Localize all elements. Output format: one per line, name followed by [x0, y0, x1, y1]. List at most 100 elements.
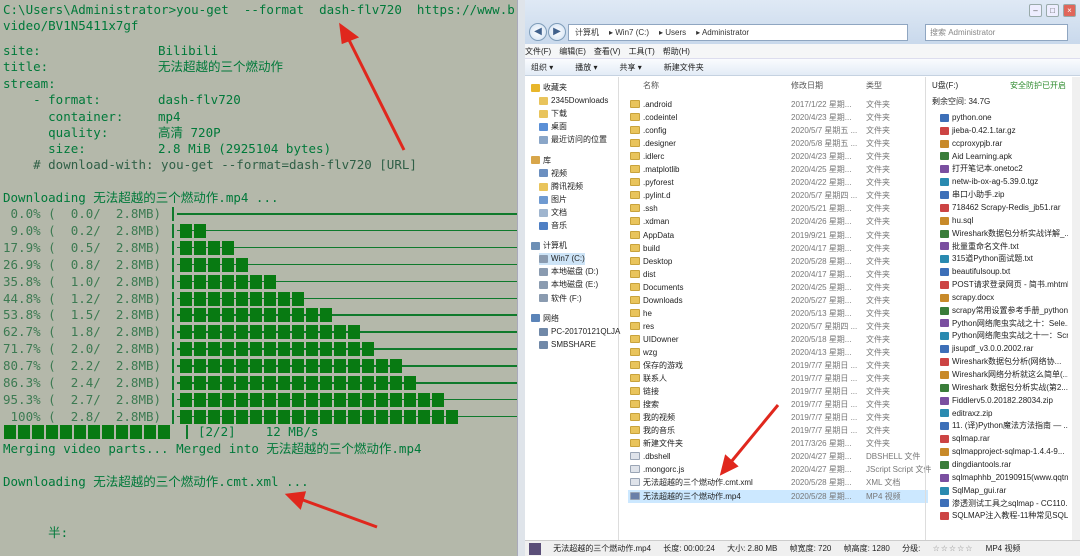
- file-row[interactable]: UIDowner 2020/5/18 星期... 文件夹: [628, 333, 928, 346]
- usb-file[interactable]: 11. (译)Python魔法方法指南 — ...: [940, 420, 1068, 433]
- usb-file[interactable]: python.one: [940, 112, 1068, 125]
- usb-file[interactable]: Wireshark数据包分析(网络协...: [940, 356, 1068, 369]
- breadcrumb-item[interactable]: 计算机: [575, 28, 599, 37]
- nav-item[interactable]: 本地磁盘 (E:): [539, 279, 598, 291]
- forward-button[interactable]: ▶: [548, 23, 566, 41]
- file-row[interactable]: build 2020/4/17 星期... 文件夹: [628, 242, 928, 255]
- search-input[interactable]: 搜索 Administrator: [925, 24, 1068, 41]
- nav-item[interactable]: 腾讯视频: [539, 181, 583, 193]
- file-row[interactable]: .mongorc.js 2020/4/27 星期... JScript Script…: [628, 463, 931, 476]
- file-row[interactable]: 保存的游戏 2019/7/7 星期日 ... 文件夹: [628, 359, 928, 372]
- menu-item[interactable]: 帮助(H): [663, 47, 690, 56]
- back-button[interactable]: ◀: [529, 23, 547, 41]
- column-date[interactable]: 修改日期: [791, 79, 823, 93]
- nav-item[interactable]: 网络: [531, 313, 559, 325]
- usb-file[interactable]: editraxz.zip: [940, 408, 1068, 421]
- nav-item[interactable]: 桌面: [539, 121, 567, 133]
- usb-file[interactable]: Python网络爬虫实战之十一：Scr...: [940, 330, 1068, 343]
- usb-file[interactable]: jisupdf_v3.0.0.2002.rar: [940, 343, 1068, 356]
- nav-item[interactable]: 收藏夹: [531, 82, 567, 94]
- nav-item[interactable]: 文档: [539, 207, 567, 219]
- usb-file[interactable]: dingdiantools.rar: [940, 459, 1068, 472]
- nav-item[interactable]: 音乐: [539, 220, 567, 232]
- file-row[interactable]: 我的视频 2019/7/7 星期日 ... 文件夹: [628, 411, 928, 424]
- file-row[interactable]: AppData 2019/9/21 星期... 文件夹: [628, 229, 928, 242]
- usb-file[interactable]: Wireshark 数据包分析实战(第2...: [940, 382, 1068, 395]
- toolbar-button[interactable]: 共享 ▾: [620, 63, 642, 72]
- scrollbar[interactable]: [1072, 77, 1080, 547]
- minimize-button[interactable]: –: [1029, 4, 1042, 17]
- usb-file[interactable]: Wireshark网络分析就这么简单(...: [940, 369, 1068, 382]
- file-row[interactable]: .matplotlib 2020/4/25 星期... 文件夹: [628, 163, 928, 176]
- nav-item[interactable]: SMBSHARE: [539, 339, 596, 351]
- file-row[interactable]: .ssh 2020/5/21 星期... 文件夹: [628, 202, 928, 215]
- usb-file[interactable]: sqlmap.rar: [940, 433, 1068, 446]
- menu-item[interactable]: 文件(F): [525, 47, 551, 56]
- file-row[interactable]: .codeintel 2020/4/23 星期... 文件夹: [628, 111, 928, 124]
- usb-file[interactable]: netw-ib-ox-ag-5.39.0.tgz: [940, 176, 1068, 189]
- file-row[interactable]: .pyforest 2020/4/22 星期... 文件夹: [628, 176, 928, 189]
- file-row[interactable]: he 2020/5/13 星期... 文件夹: [628, 307, 928, 320]
- nav-item[interactable]: 最近访问的位置: [539, 134, 607, 146]
- usb-file[interactable]: 718462 Scrapy-Redis_jb51.rar: [940, 202, 1068, 215]
- file-row[interactable]: res 2020/5/7 星期四 ... 文件夹: [628, 320, 928, 333]
- file-row[interactable]: .config 2020/5/7 星期五 ... 文件夹: [628, 124, 928, 137]
- file-row[interactable]: .designer 2020/5/8 星期五 ... 文件夹: [628, 137, 928, 150]
- rating-stars[interactable]: ☆☆☆☆☆: [933, 544, 974, 553]
- usb-file[interactable]: scrapy常用设置参考手册_python...: [940, 305, 1068, 318]
- maximize-button[interactable]: □: [1046, 4, 1059, 17]
- usb-file[interactable]: Python网络爬虫实战之十：Sele...: [940, 318, 1068, 331]
- file-row[interactable]: .idlerc 2020/4/23 星期... 文件夹: [628, 150, 928, 163]
- usb-file[interactable]: beautifulsoup.txt: [940, 266, 1068, 279]
- usb-file[interactable]: hu.sql: [940, 215, 1068, 228]
- breadcrumb-item[interactable]: ▸ Win7 (C:): [609, 28, 649, 37]
- usb-file[interactable]: 串口小助手.zip: [940, 189, 1068, 202]
- column-name[interactable]: 名称: [643, 79, 659, 93]
- usb-file[interactable]: Wireshark数据包分析实战详解_...: [940, 228, 1068, 241]
- usb-file[interactable]: sqlmapproject-sqlmap-1.4.4-9...: [940, 446, 1068, 459]
- file-row[interactable]: wzg 2020/4/13 星期... 文件夹: [628, 346, 928, 359]
- file-row[interactable]: .android 2017/1/22 星期... 文件夹: [628, 98, 928, 111]
- usb-file[interactable]: ccproxypjb.rar: [940, 138, 1068, 151]
- toolbar-button[interactable]: 新建文件夹: [664, 63, 704, 72]
- menu-item[interactable]: 查看(V): [594, 47, 621, 56]
- usb-file[interactable]: scrapy.docx: [940, 292, 1068, 305]
- file-row[interactable]: Documents 2020/4/25 星期... 文件夹: [628, 281, 928, 294]
- nav-item[interactable]: 视频: [539, 168, 567, 180]
- usb-file[interactable]: Aid Learning.apk: [940, 151, 1068, 164]
- nav-item[interactable]: PC-20170121QLJA: [539, 326, 620, 338]
- address-bar[interactable]: 计算机 ▸ Win7 (C:) ▸ Users ▸ Administrator: [568, 24, 908, 41]
- safe-remove-status[interactable]: 安全防护已开启: [1010, 80, 1066, 92]
- usb-file[interactable]: jieba-0.42.1.tar.gz: [940, 125, 1068, 138]
- menu-item[interactable]: 编辑(E): [559, 47, 586, 56]
- menu-item[interactable]: 工具(T): [629, 47, 655, 56]
- column-type[interactable]: 类型: [866, 79, 882, 93]
- file-row[interactable]: 链接 2019/7/7 星期日 ... 文件夹: [628, 385, 928, 398]
- nav-item[interactable]: 库: [531, 155, 551, 167]
- usb-file[interactable]: 渗透测试工具之sqlmap - CC110...: [940, 498, 1068, 511]
- file-row[interactable]: 新建文件夹 2017/3/26 星期... 文件夹: [628, 437, 928, 450]
- nav-item[interactable]: 下载: [539, 108, 567, 120]
- explorer-window[interactable]: – □ × ◀ ▶ 计算机 ▸ Win7 (C:) ▸ Users ▸ Adminis…: [525, 0, 1080, 556]
- nav-item[interactable]: 软件 (F:): [539, 293, 582, 305]
- file-row[interactable]: 我的音乐 2019/7/7 星期日 ... 文件夹: [628, 424, 928, 437]
- breadcrumb-item[interactable]: ▸ Administrator: [696, 28, 749, 37]
- nav-item[interactable]: 2345Downloads: [539, 95, 608, 107]
- nav-item[interactable]: 计算机: [531, 240, 567, 252]
- breadcrumb-item[interactable]: ▸ Users: [659, 28, 686, 37]
- close-button[interactable]: ×: [1063, 4, 1076, 17]
- usb-file[interactable]: POST请求登录网页 - 简书.mhtml: [940, 279, 1068, 292]
- file-row[interactable]: Downloads 2020/5/27 星期... 文件夹: [628, 294, 928, 307]
- usb-file[interactable]: sqlmaphhb_20190915(www.qqtn...: [940, 472, 1068, 485]
- usb-file[interactable]: 打开笔记本.onetoc2: [940, 163, 1068, 176]
- file-row[interactable]: 无法超越的三个燃动作.cmt.xml 2020/5/28 星期... XML 文档: [628, 476, 928, 489]
- file-row[interactable]: 无法超越的三个燃动作.mp4 2020/5/28 星期... MP4 视频: [628, 489, 928, 503]
- usb-file[interactable]: SqlMap_gui.rar: [940, 485, 1068, 498]
- toolbar-button[interactable]: 播放 ▾: [575, 63, 597, 72]
- file-row[interactable]: 联系人 2019/7/7 星期日 ... 文件夹: [628, 372, 928, 385]
- usb-file[interactable]: 315道Python面试题.txt: [940, 253, 1068, 266]
- file-row[interactable]: .xdman 2020/4/26 星期... 文件夹: [628, 215, 928, 228]
- toolbar-button[interactable]: 组织 ▾: [531, 63, 553, 72]
- usb-file[interactable]: Fiddlerv5.0.20182.28034.zip: [940, 395, 1068, 408]
- usb-file[interactable]: SQLMAP注入教程-11种常见SQL...: [940, 510, 1068, 523]
